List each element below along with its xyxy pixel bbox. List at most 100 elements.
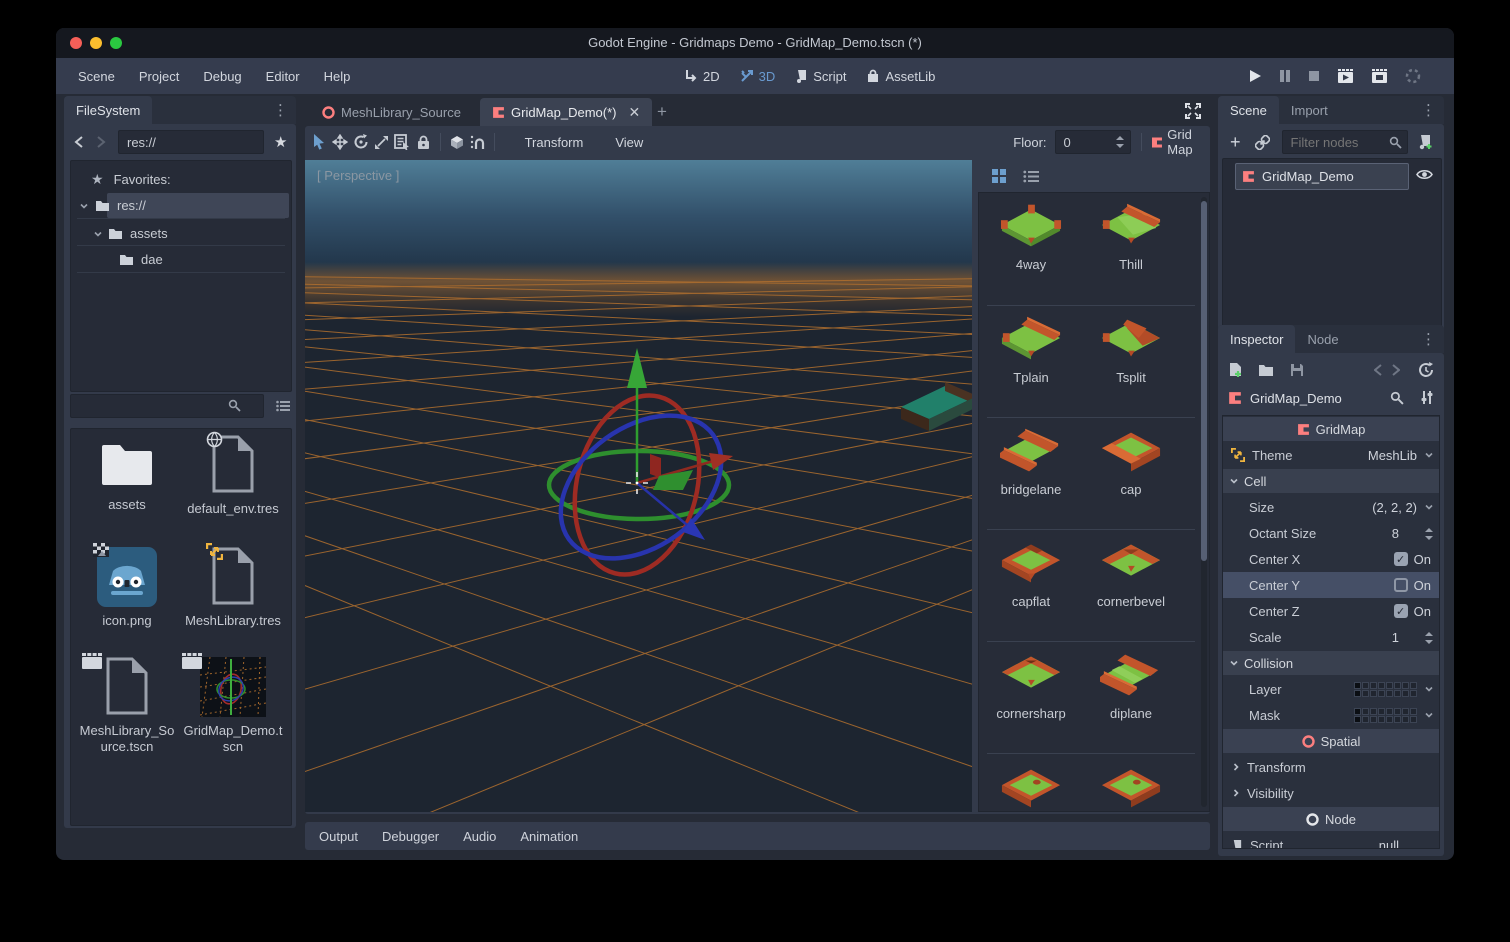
class-header-node[interactable]: Node bbox=[1223, 807, 1439, 831]
palette-item-diplane[interactable]: diplane bbox=[1081, 652, 1181, 721]
play-button[interactable] bbox=[1248, 69, 1262, 83]
bottom-tab-output[interactable]: Output bbox=[319, 829, 358, 844]
palette-item-partial[interactable] bbox=[1081, 765, 1181, 811]
transform-menu[interactable]: Transform bbox=[515, 135, 594, 150]
tree-item-dae[interactable]: dae bbox=[71, 247, 291, 272]
mesh-palette[interactable]: 4way Thill Tplain Tsplit bridgelane bbox=[978, 192, 1210, 812]
mask-bitgrid[interactable] bbox=[1354, 708, 1417, 723]
palette-item-bridgelane[interactable]: bridgelane bbox=[981, 428, 1081, 497]
chevron-down-icon[interactable] bbox=[1424, 450, 1434, 460]
object-history-icon[interactable] bbox=[1418, 362, 1434, 378]
tree-item-assets[interactable]: assets bbox=[71, 220, 291, 246]
property-center-y[interactable]: Center Y On bbox=[1223, 572, 1439, 598]
mode-assetlib-button[interactable]: AssetLib bbox=[866, 69, 935, 84]
menu-editor[interactable]: Editor bbox=[266, 69, 300, 84]
section-visibility[interactable]: Visibility bbox=[1223, 780, 1439, 806]
palette-item-4way[interactable]: 4way bbox=[981, 203, 1081, 272]
file-item-meshlibrary-tres[interactable]: MeshLibrary.tres bbox=[181, 547, 285, 629]
close-tab-icon[interactable]: ✕ bbox=[628, 104, 640, 121]
layer-bitgrid[interactable] bbox=[1354, 682, 1417, 697]
file-item-icon-png[interactable]: icon.png bbox=[75, 547, 179, 629]
menu-debug[interactable]: Debug bbox=[203, 69, 241, 84]
scene-dock-menu-icon[interactable]: ⋮ bbox=[1421, 101, 1436, 119]
rotate-tool-button[interactable] bbox=[351, 130, 372, 154]
section-transform[interactable]: Transform bbox=[1223, 754, 1439, 780]
theme-value[interactable]: MeshLib bbox=[1368, 448, 1417, 463]
tab-gridmap-demo[interactable]: GridMap_Demo(*) ✕ bbox=[480, 98, 652, 126]
history-forward-icon[interactable] bbox=[1392, 364, 1400, 376]
favorite-star-icon[interactable]: ★ bbox=[274, 133, 287, 151]
chevron-down-icon[interactable] bbox=[1424, 684, 1434, 694]
group-button[interactable] bbox=[446, 130, 467, 154]
spin-updown-icon[interactable] bbox=[1115, 136, 1125, 148]
bottom-tab-debugger[interactable]: Debugger bbox=[382, 829, 439, 844]
gridmap-menu[interactable]: Grid Map bbox=[1167, 127, 1210, 157]
inspector-menu-icon[interactable]: ⋮ bbox=[1421, 330, 1436, 348]
caret-down-icon[interactable] bbox=[93, 229, 103, 239]
file-item-default-env[interactable]: default_env.tres bbox=[181, 435, 285, 517]
property-center-z[interactable]: Center Z ✓On bbox=[1223, 598, 1439, 624]
nav-back-icon[interactable] bbox=[74, 136, 84, 148]
property-search-icon[interactable] bbox=[1390, 391, 1404, 405]
spin-updown-icon[interactable] bbox=[1424, 632, 1434, 644]
load-resource-folder-icon[interactable] bbox=[1258, 364, 1274, 377]
palette-item-cornerbevel[interactable]: cornerbevel bbox=[1081, 540, 1181, 609]
section-cell[interactable]: Cell bbox=[1223, 469, 1439, 493]
select-tool-button[interactable] bbox=[309, 130, 330, 154]
property-theme[interactable]: Theme MeshLib bbox=[1223, 442, 1439, 468]
chevron-down-icon[interactable] bbox=[1424, 502, 1434, 512]
new-tab-icon[interactable]: + bbox=[657, 102, 667, 122]
list-view-toggle-icon[interactable] bbox=[276, 400, 290, 412]
mode-3d-button[interactable]: 3D bbox=[740, 69, 776, 84]
palette-item-partial[interactable] bbox=[981, 765, 1081, 811]
class-header-gridmap[interactable]: GridMap bbox=[1223, 417, 1439, 441]
path-input[interactable] bbox=[118, 130, 264, 154]
caret-down-icon[interactable] bbox=[79, 201, 89, 211]
file-item-assets[interactable]: assets bbox=[75, 441, 179, 513]
menu-scene[interactable]: Scene bbox=[78, 69, 115, 84]
section-collision[interactable]: Collision bbox=[1223, 651, 1439, 675]
add-node-button[interactable]: + bbox=[1230, 135, 1241, 149]
palette-item-cornersharp[interactable]: cornersharp bbox=[981, 652, 1081, 721]
inspector-tools-icon[interactable] bbox=[1420, 390, 1434, 405]
tab-node[interactable]: Node bbox=[1295, 325, 1350, 353]
class-header-spatial[interactable]: Spatial bbox=[1223, 729, 1439, 753]
new-resource-icon[interactable] bbox=[1228, 362, 1243, 378]
property-center-x[interactable]: Center X ✓On bbox=[1223, 546, 1439, 572]
bottom-tab-animation[interactable]: Animation bbox=[520, 829, 578, 844]
tree-item-res[interactable]: res:// bbox=[71, 193, 291, 218]
play-scene-button[interactable] bbox=[1337, 69, 1354, 84]
palette-item-thill[interactable]: Thill bbox=[1081, 203, 1181, 272]
chevron-down-icon[interactable] bbox=[1424, 710, 1434, 720]
tab-scene[interactable]: Scene bbox=[1218, 96, 1279, 124]
perspective-label[interactable]: [ Perspective ] bbox=[317, 168, 399, 183]
pause-button[interactable] bbox=[1279, 69, 1291, 83]
visibility-eye-icon[interactable] bbox=[1416, 168, 1433, 181]
snap-button[interactable] bbox=[467, 130, 488, 154]
instance-scene-icon[interactable] bbox=[1255, 135, 1270, 150]
view-menu[interactable]: View bbox=[605, 135, 653, 150]
checkbox-unchecked[interactable] bbox=[1394, 578, 1408, 592]
file-item-meshlibrary-source[interactable]: MeshLibrary_Source.tscn bbox=[75, 657, 179, 755]
filesystem-menu-icon[interactable]: ⋮ bbox=[273, 101, 288, 119]
property-collision-layer[interactable]: Layer bbox=[1223, 676, 1439, 702]
palette-item-cap[interactable]: cap bbox=[1081, 428, 1181, 497]
list-view-icon[interactable] bbox=[1023, 170, 1039, 183]
palette-scrollbar-thumb[interactable] bbox=[1201, 201, 1207, 561]
property-octant-size[interactable]: Octant Size 8 bbox=[1223, 520, 1439, 546]
attach-script-icon[interactable] bbox=[1418, 134, 1434, 150]
palette-item-tplain[interactable]: Tplain bbox=[981, 316, 1081, 385]
viewport-3d[interactable]: [ Perspective ] bbox=[305, 160, 972, 812]
tab-filesystem[interactable]: FileSystem bbox=[64, 96, 152, 124]
scale-tool-button[interactable] bbox=[371, 130, 392, 154]
tab-inspector[interactable]: Inspector bbox=[1218, 325, 1295, 353]
palette-item-tsplit[interactable]: Tsplit bbox=[1081, 316, 1181, 385]
checkbox-checked[interactable]: ✓ bbox=[1394, 604, 1408, 618]
palette-scrollbar[interactable] bbox=[1201, 197, 1207, 807]
move-tool-button[interactable] bbox=[330, 130, 351, 154]
stop-button[interactable] bbox=[1308, 69, 1320, 83]
property-collision-mask[interactable]: Mask bbox=[1223, 702, 1439, 728]
distraction-free-icon[interactable] bbox=[1185, 103, 1201, 119]
property-size[interactable]: Size (2, 2, 2) bbox=[1223, 494, 1439, 520]
property-scale[interactable]: Scale 1 bbox=[1223, 624, 1439, 650]
